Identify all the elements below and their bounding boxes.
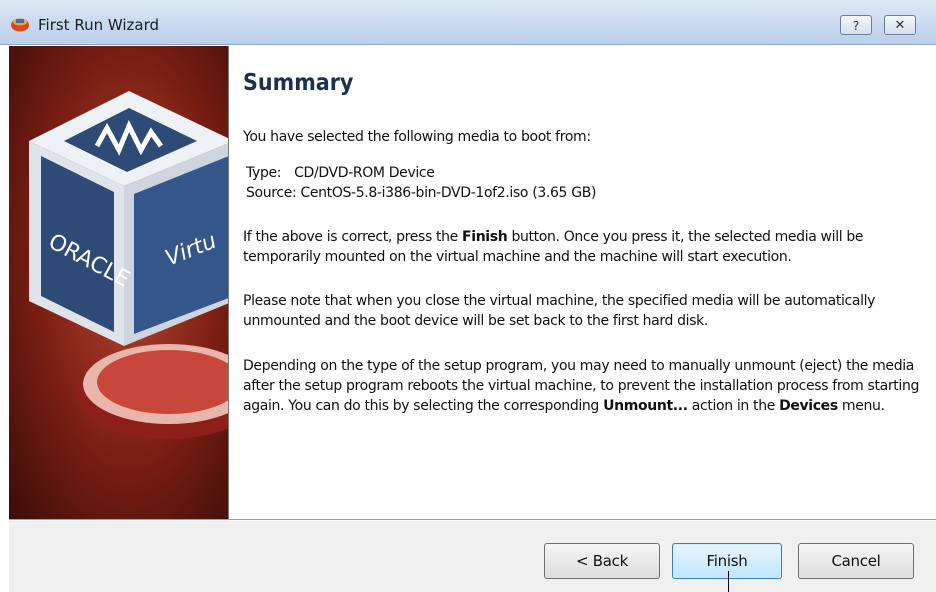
media-source-label: Source: xyxy=(246,185,297,201)
p1-finish-emphasis: Finish xyxy=(462,229,508,245)
close-button[interactable]: ✕ xyxy=(884,15,916,35)
help-icon: ? xyxy=(852,19,860,33)
p3-text-c: action in the xyxy=(687,398,780,414)
media-type-label: Type: xyxy=(246,165,282,181)
virtualbox-cube-logo: ORACLE Virtu xyxy=(29,91,228,439)
close-icon: ✕ xyxy=(894,18,906,33)
mouse-cursor xyxy=(728,571,729,592)
cancel-button[interactable]: Cancel xyxy=(798,543,914,579)
summary-page: Summary You have selected the following … xyxy=(229,46,936,519)
manual-unmount-paragraph: Depending on the type of the setup progr… xyxy=(243,356,933,416)
selected-media-info: Type: CD/DVD-ROM Device Source: CentOS-5… xyxy=(246,163,926,203)
page-title: Summary xyxy=(243,70,354,96)
finish-button[interactable]: Finish xyxy=(672,543,782,579)
wizard-window: First Run Wizard ? ✕ ORACLE Virtu Summar… xyxy=(0,0,936,592)
p3-unmount-emphasis: Unmount... xyxy=(603,398,688,414)
p3-devices-emphasis: Devices xyxy=(779,398,838,414)
intro-text: You have selected the following media to… xyxy=(243,129,591,145)
media-source-row: Source: CentOS-5.8-i386-bin-DVD-1of2.iso… xyxy=(246,183,926,203)
virtualbox-app-icon xyxy=(10,16,30,32)
p1-text-a: If the above is correct, press the xyxy=(243,229,463,245)
media-source-value: CentOS-5.8-i386-bin-DVD-1of2.iso (3.65 G… xyxy=(300,185,597,201)
media-type-value: CD/DVD-ROM Device xyxy=(294,165,435,181)
unmount-note-paragraph: Please note that when you close the virt… xyxy=(243,293,876,329)
p3-text-e: menu. xyxy=(837,398,885,414)
media-type-row: Type: CD/DVD-ROM Device xyxy=(246,163,926,183)
button-bar xyxy=(9,521,936,592)
finish-instructions-paragraph: If the above is correct, press the Finis… xyxy=(243,227,933,267)
window-title: First Run Wizard xyxy=(38,16,160,34)
title-bar[interactable]: First Run Wizard ? ✕ xyxy=(0,0,936,45)
back-button[interactable]: < Back xyxy=(544,543,660,579)
help-button[interactable]: ? xyxy=(840,15,872,35)
wizard-banner-image: ORACLE Virtu xyxy=(9,46,228,519)
